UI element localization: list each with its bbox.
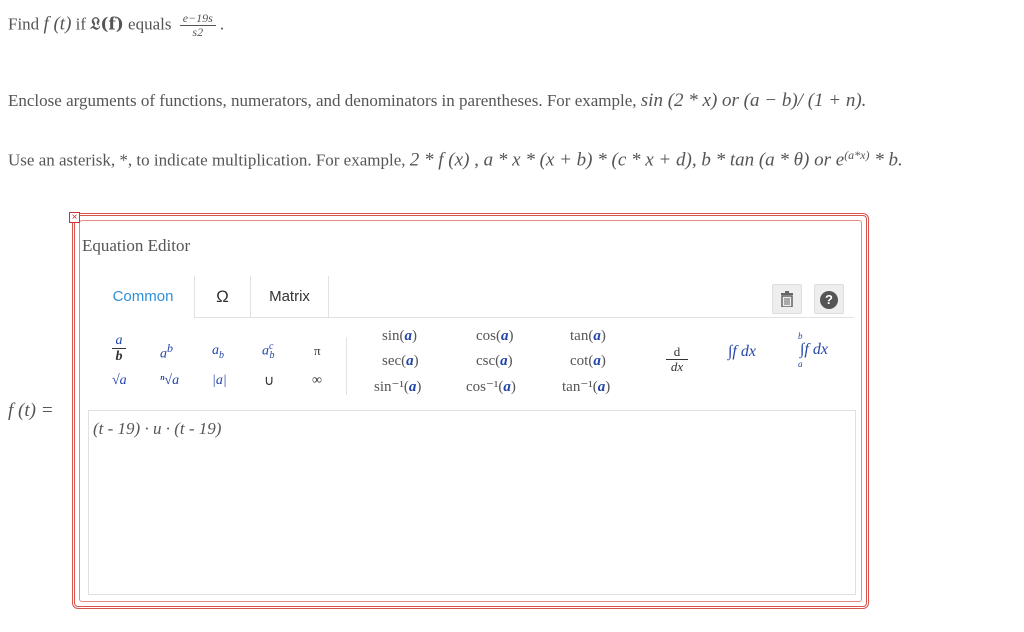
arctan-label: tan⁻¹(: [562, 379, 598, 395]
answer-label: f (t) =: [8, 400, 54, 421]
paren: ): [507, 353, 513, 369]
close-icon[interactable]: ×: [69, 212, 80, 223]
arccos-button[interactable]: cos⁻¹(a): [466, 377, 516, 396]
question-line-2: Enclose arguments of functions, numerato…: [8, 90, 866, 112]
absolute-value-button[interactable]: |a|: [212, 373, 227, 389]
arccos-label: cos⁻¹(: [466, 379, 504, 395]
find-text: Find: [8, 14, 40, 34]
cos-label: cos(: [476, 328, 501, 344]
parentheses-example: sin (2 * x) or (a − b)/ (1 + n).: [640, 90, 867, 111]
function-symbol: f (t): [43, 13, 72, 35]
sqrt-button[interactable]: √a: [112, 373, 127, 389]
editor-toolbar: Common Ω Matrix ?: [92, 276, 854, 318]
derivative-button[interactable]: d dx: [666, 345, 688, 374]
symbol-palette: a b ab ab acb π √a ⁿ√a |a| ∪ ∞ sin(a) se…: [92, 319, 854, 409]
question-line-1: Find f (t) if 𝔏(f) equals e−19s s2 .: [8, 12, 224, 39]
union-button[interactable]: ∪: [264, 373, 274, 390]
if-text: if: [75, 14, 87, 34]
tan-label: tan(: [570, 328, 594, 344]
paren: ): [605, 379, 611, 395]
subscript-button[interactable]: ab: [212, 343, 224, 361]
infinity-button[interactable]: ∞: [312, 373, 322, 389]
definite-integral-button[interactable]: b ∫f dx a: [788, 331, 840, 369]
trash-icon: [781, 291, 793, 308]
equals-text: equals: [128, 14, 172, 34]
power-button[interactable]: ab: [160, 341, 173, 363]
fraction-den: b: [115, 349, 123, 364]
fraction-button[interactable]: a b: [112, 333, 126, 364]
subscript-index: b: [219, 349, 224, 361]
arcsin-button[interactable]: sin⁻¹(a): [374, 377, 421, 396]
csc-label: csc(: [476, 353, 501, 369]
exponent: (a*x): [844, 148, 870, 162]
fraction-denominator: s2: [192, 25, 204, 39]
arctan-button[interactable]: tan⁻¹(a): [562, 377, 610, 396]
arg: a: [593, 353, 601, 369]
palette-divider: [346, 337, 347, 395]
paren: ): [600, 328, 606, 344]
tab-common[interactable]: Common: [92, 276, 195, 318]
help-icon: ?: [820, 291, 838, 309]
csc-button[interactable]: csc(a): [476, 353, 513, 370]
clear-button[interactable]: [772, 284, 802, 314]
parentheses-instruction: Enclose arguments of functions, numerato…: [8, 91, 637, 110]
arg: a: [501, 328, 509, 344]
laplace-symbol: 𝔏(f): [90, 14, 124, 35]
deriv-dx: dx: [670, 359, 684, 374]
def-integral-body: ∫f dx: [800, 341, 828, 358]
answer-expression: (t - 19) · u · (t - 19): [93, 419, 222, 438]
sin-button[interactable]: sin(a): [382, 328, 417, 345]
sec-label: sec(: [382, 353, 407, 369]
asterisk-example-tail: * b.: [869, 149, 903, 171]
editor-title: Equation Editor: [82, 236, 191, 255]
fraction-numerator: e−19s: [179, 12, 216, 26]
tab-symbols[interactable]: Ω: [195, 276, 251, 318]
asterisk-instruction: Use an asterisk, *, to indicate multipli…: [8, 150, 406, 170]
tab-matrix[interactable]: Matrix: [251, 276, 329, 318]
arg: a: [500, 353, 508, 369]
paren: ): [600, 353, 606, 369]
cos-button[interactable]: cos(a): [476, 328, 514, 345]
subsup-base: a: [262, 343, 269, 359]
help-button[interactable]: ?: [814, 284, 844, 314]
paren: ): [416, 379, 422, 395]
question-line-3: Use an asterisk, *, to indicate multipli…: [8, 148, 903, 172]
subsup-button[interactable]: acb: [262, 341, 274, 361]
paren: ): [508, 328, 514, 344]
paren: ): [413, 353, 419, 369]
sec-button[interactable]: sec(a): [382, 353, 419, 370]
period: .: [219, 14, 225, 34]
pi-button[interactable]: π: [314, 343, 321, 359]
arg: a: [593, 328, 601, 344]
paren: ): [510, 379, 516, 395]
arcsin-label: sin⁻¹(: [374, 379, 409, 395]
cot-button[interactable]: cot(a): [570, 353, 606, 370]
transform-fraction: e−19s s2: [179, 12, 216, 39]
lower-limit: a: [798, 359, 803, 369]
arg: a: [406, 353, 414, 369]
asterisk-example: 2 * f (x) , a * x * (x + b) * (c * x + d…: [409, 149, 845, 171]
subsup-sub: b: [269, 350, 275, 362]
fraction-num: a: [112, 333, 126, 349]
upper-limit: b: [798, 331, 803, 341]
paren: ): [412, 328, 417, 344]
power-base: a: [160, 346, 167, 362]
nth-root-button[interactable]: ⁿ√a: [160, 373, 179, 389]
arg: a: [404, 328, 413, 344]
answer-input[interactable]: (t - 19) · u · (t - 19): [88, 410, 856, 595]
tan-button[interactable]: tan(a): [570, 328, 606, 345]
sin-label: sin(: [382, 328, 405, 344]
cot-label: cot(: [570, 353, 594, 369]
power-exp: b: [167, 341, 173, 355]
arg: a: [503, 379, 511, 395]
integral-button[interactable]: ∫f dx: [728, 343, 756, 361]
deriv-d: d: [666, 345, 688, 360]
subscript-base: a: [212, 343, 219, 358]
